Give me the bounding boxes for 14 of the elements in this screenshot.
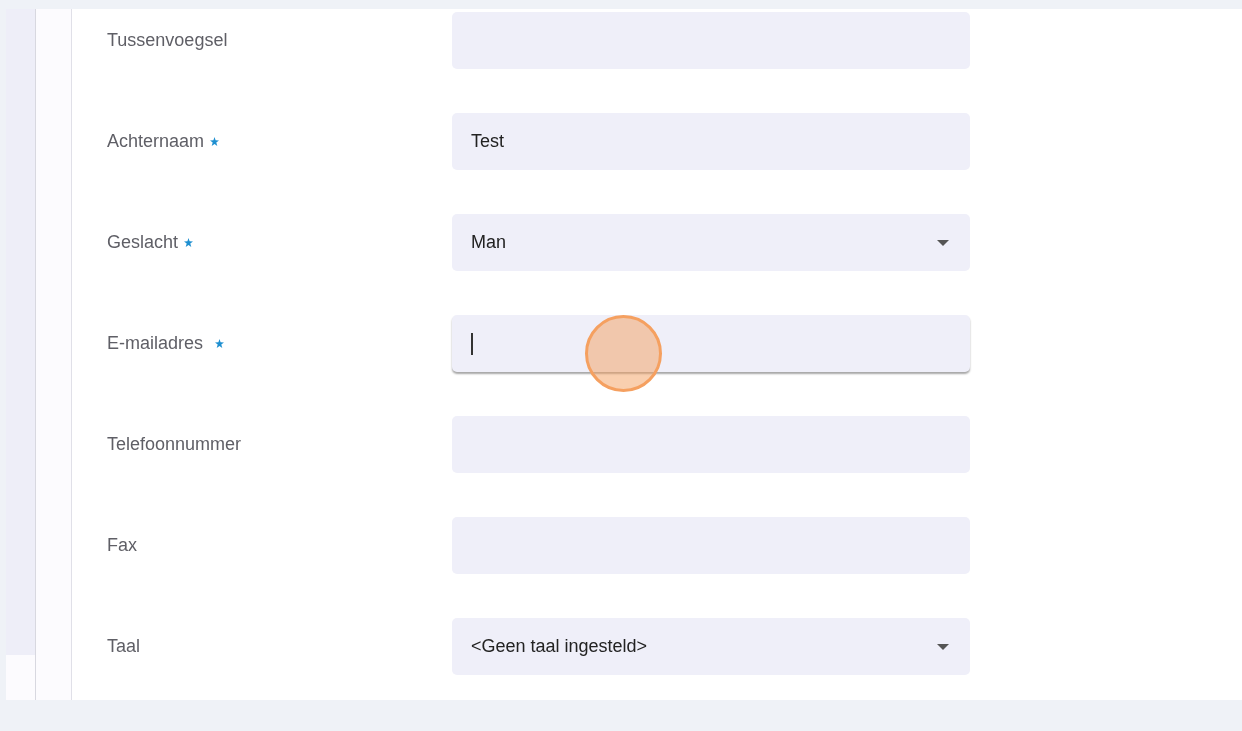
field-label: Achternaam — [107, 130, 205, 153]
field-label: Geslacht — [107, 231, 179, 254]
field-label: Taal — [107, 635, 141, 658]
field-label: Fax — [107, 534, 137, 557]
input-field[interactable] — [452, 315, 970, 372]
dropdown[interactable]: <Geen taal ingesteld> — [452, 618, 970, 675]
caret-icon — [937, 644, 949, 650]
caret-icon — [937, 240, 949, 246]
field-label: Telefoonnummer — [107, 433, 242, 456]
dropdown[interactable]: Man — [452, 214, 970, 271]
field-label: Tussenvoegsel — [107, 29, 228, 52]
input-field[interactable]: Test — [452, 113, 970, 170]
field-label: E-mailadres — [107, 332, 204, 355]
text-cursor — [471, 332, 473, 355]
